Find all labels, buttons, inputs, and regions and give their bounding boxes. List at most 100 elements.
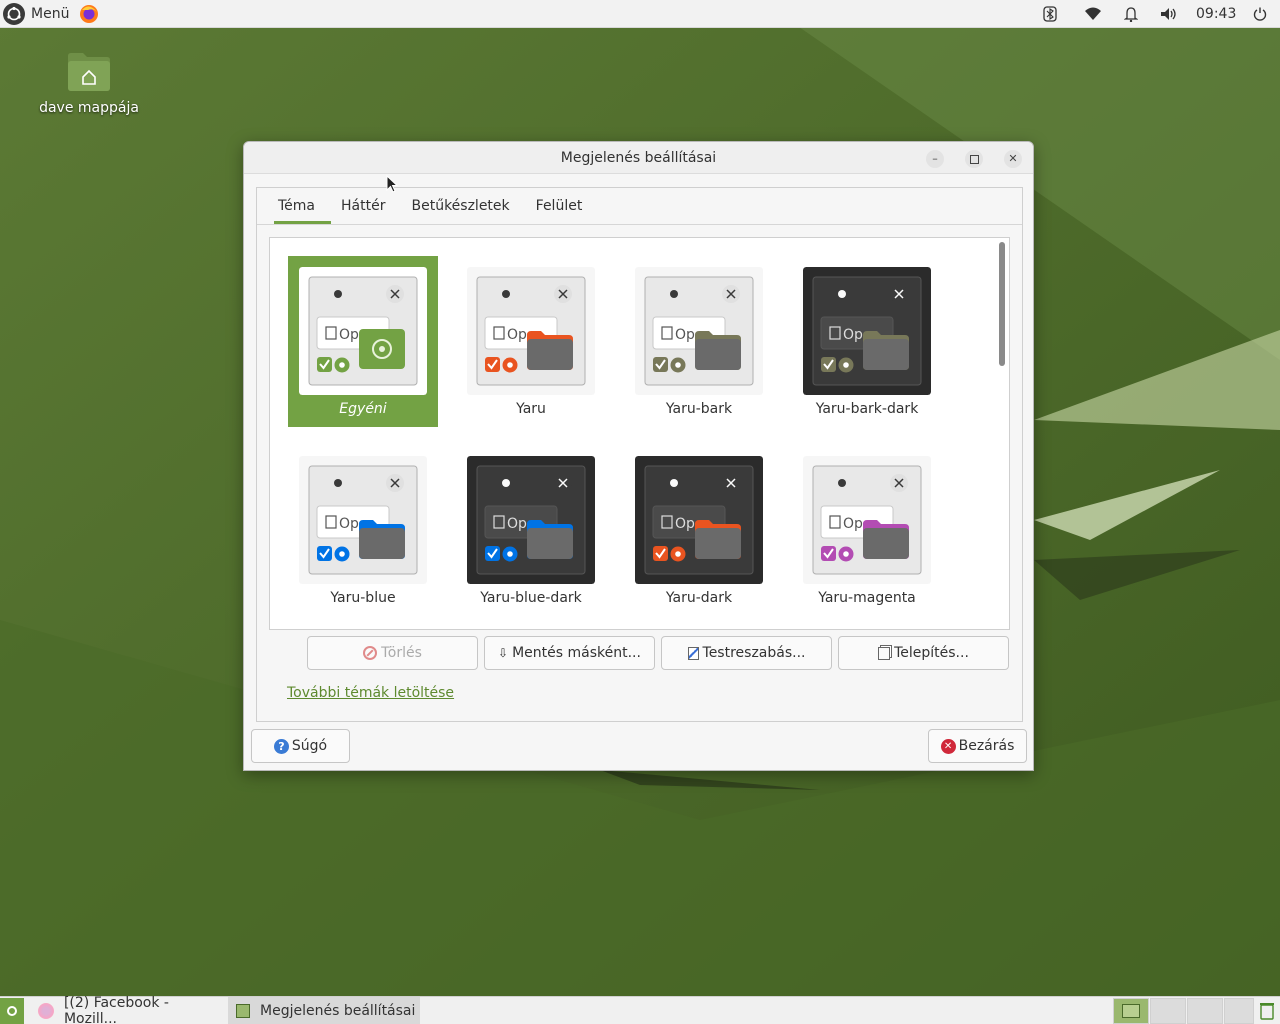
theme-preview-thumbnail: Op: [635, 267, 763, 395]
workspace-2[interactable]: [1150, 998, 1186, 1024]
theme-name-label: Yaru-dark: [665, 590, 733, 606]
minimize-button[interactable]: –: [926, 150, 944, 168]
bluetooth-icon[interactable]: [1040, 0, 1060, 28]
close-button[interactable]: ✕ Bezárás: [928, 729, 1027, 763]
volume-icon[interactable]: [1158, 0, 1180, 28]
tab-background[interactable]: Háttér: [328, 188, 398, 224]
close-circle-icon: ✕: [940, 738, 956, 754]
appearance-icon: [236, 1004, 250, 1018]
svg-text:Op: Op: [675, 516, 695, 532]
save-as-button[interactable]: ⇩ Mentés másként...: [484, 636, 655, 670]
scrollbar[interactable]: [999, 242, 1005, 366]
theme-preview-thumbnail: Op: [299, 267, 427, 395]
edit-icon: [687, 646, 699, 660]
document-icon: [878, 646, 891, 660]
svg-text:Op: Op: [339, 516, 359, 532]
theme-option-yaru-blue[interactable]: Op Yaru-blue: [288, 445, 438, 616]
home-folder-label: dave mappája: [39, 100, 139, 116]
taskbar-item-appearance[interactable]: Megjelenés beállításai: [228, 997, 420, 1024]
tab-background-label: Háttér: [341, 198, 386, 214]
theme-name-label: Yaru-bark: [665, 401, 733, 417]
theme-name-label: Yaru-bark-dark: [815, 401, 919, 417]
show-desktop-button[interactable]: [0, 998, 24, 1024]
bell-icon[interactable]: [1121, 0, 1141, 28]
desktop-icon: [7, 1006, 17, 1016]
tab-interface-label: Felület: [535, 198, 583, 214]
close-window-button[interactable]: ✕: [1004, 150, 1022, 168]
theme-option-yaru-magenta[interactable]: Op Yaru-magenta: [792, 445, 942, 616]
theme-option-yaru-bark-dark[interactable]: Op Yaru-bark-dark: [792, 256, 942, 427]
desktop-home-folder[interactable]: dave mappája: [36, 50, 142, 116]
tab-fonts[interactable]: Betűkészletek: [398, 188, 522, 224]
tab-fonts-label: Betűkészletek: [411, 198, 510, 214]
workspace-1[interactable]: [1113, 998, 1149, 1024]
tab-interface[interactable]: Felület: [523, 188, 596, 224]
more-themes-link[interactable]: További témák letöltése: [287, 685, 454, 701]
svg-text:Op: Op: [507, 516, 527, 532]
tab-bar: Téma Háttér Betűkészletek Felület: [265, 188, 595, 224]
close-button-label: Bezárás: [958, 738, 1015, 754]
maximize-icon: [969, 154, 979, 164]
theme-preview-thumbnail: Op: [635, 456, 763, 584]
customize-button[interactable]: Testreszabás...: [661, 636, 832, 670]
taskbar: [(2) Facebook - Mozill... Megjelenés beá…: [0, 995, 1280, 1024]
wifi-icon[interactable]: [1082, 0, 1104, 28]
theme-name-label: Yaru-magenta: [818, 590, 916, 606]
power-icon[interactable]: [1250, 0, 1270, 28]
theme-preview-thumbnail: Op: [299, 456, 427, 584]
menu-label: Menü: [31, 5, 70, 22]
firefox-icon: [38, 1003, 54, 1019]
install-button[interactable]: Telepítés...: [838, 636, 1009, 670]
save-icon: ⇩: [498, 646, 509, 660]
theme-name-label: Yaru: [516, 401, 546, 417]
trash-icon[interactable]: [1257, 999, 1277, 1023]
workspace-4[interactable]: [1224, 998, 1254, 1024]
tab-theme-label: Téma: [278, 198, 316, 214]
theme-option-egyéni[interactable]: Op Egyéni: [288, 256, 438, 427]
tab-separator: [257, 224, 1022, 225]
theme-option-yaru-bark[interactable]: Op Yaru-bark: [624, 256, 774, 427]
svg-text:Op: Op: [339, 327, 359, 343]
ubuntu-menu-icon: [3, 2, 25, 25]
close-icon: ✕: [1008, 152, 1018, 165]
svg-text:Op: Op: [675, 327, 695, 343]
window-titlebar[interactable]: Megjelenés beállításai – ✕: [244, 142, 1033, 174]
delete-button-label: Törlés: [381, 645, 422, 661]
no-entry-icon: [363, 646, 378, 660]
workspace-3[interactable]: [1187, 998, 1223, 1024]
mouse-cursor-icon: [386, 175, 398, 193]
firefox-icon[interactable]: [79, 4, 99, 24]
theme-preview-thumbnail: Op: [803, 267, 931, 395]
customize-button-label: Testreszabás...: [702, 645, 806, 661]
theme-preview-thumbnail: Op: [467, 267, 595, 395]
save-as-button-label: Mentés másként...: [512, 645, 641, 661]
theme-preview-thumbnail: Op: [803, 456, 931, 584]
taskbar-item-label: Megjelenés beállításai: [260, 1003, 416, 1019]
theme-option-yaru[interactable]: Op Yaru: [456, 256, 606, 427]
theme-name-label: Yaru-blue: [330, 590, 396, 606]
taskbar-item-label: [(2) Facebook - Mozill...: [63, 995, 169, 1024]
theme-name-label: Yaru-blue-dark: [480, 590, 582, 606]
minimize-icon: –: [932, 152, 938, 165]
theme-option-yaru-dark[interactable]: Op Yaru-dark: [624, 445, 774, 616]
tab-frame: Téma Háttér Betűkészletek Felület Op Egyé…: [256, 187, 1023, 722]
svg-text:Op: Op: [843, 516, 863, 532]
install-button-label: Telepítés...: [894, 645, 969, 661]
theme-option-yaru-blue-dark[interactable]: Op Yaru-blue-dark: [456, 445, 606, 616]
top-panel: Menü 09:43: [0, 0, 1280, 28]
help-button[interactable]: ? Súgó: [251, 729, 350, 763]
clock[interactable]: 09:43: [1196, 6, 1236, 22]
delete-button[interactable]: Törlés: [307, 636, 478, 670]
taskbar-item-firefox[interactable]: [(2) Facebook - Mozill...: [30, 995, 226, 1024]
svg-text:Op: Op: [507, 327, 527, 343]
maximize-button[interactable]: [965, 150, 983, 168]
theme-grid: Op Egyéni Op Yaru Op Yaru-bark Op Yaru-bark-dar…: [269, 237, 1010, 630]
tab-theme[interactable]: Téma: [265, 188, 332, 224]
appearance-settings-window: Megjelenés beállításai – ✕ Téma Háttér B…: [243, 141, 1034, 771]
theme-preview-thumbnail: Op: [467, 456, 595, 584]
help-button-label: Súgó: [291, 738, 328, 754]
home-folder-icon: [66, 50, 112, 92]
menu-button[interactable]: Menü: [0, 0, 105, 28]
window-title: Megjelenés beállításai: [560, 150, 717, 166]
theme-name-label: Egyéni: [339, 401, 387, 417]
